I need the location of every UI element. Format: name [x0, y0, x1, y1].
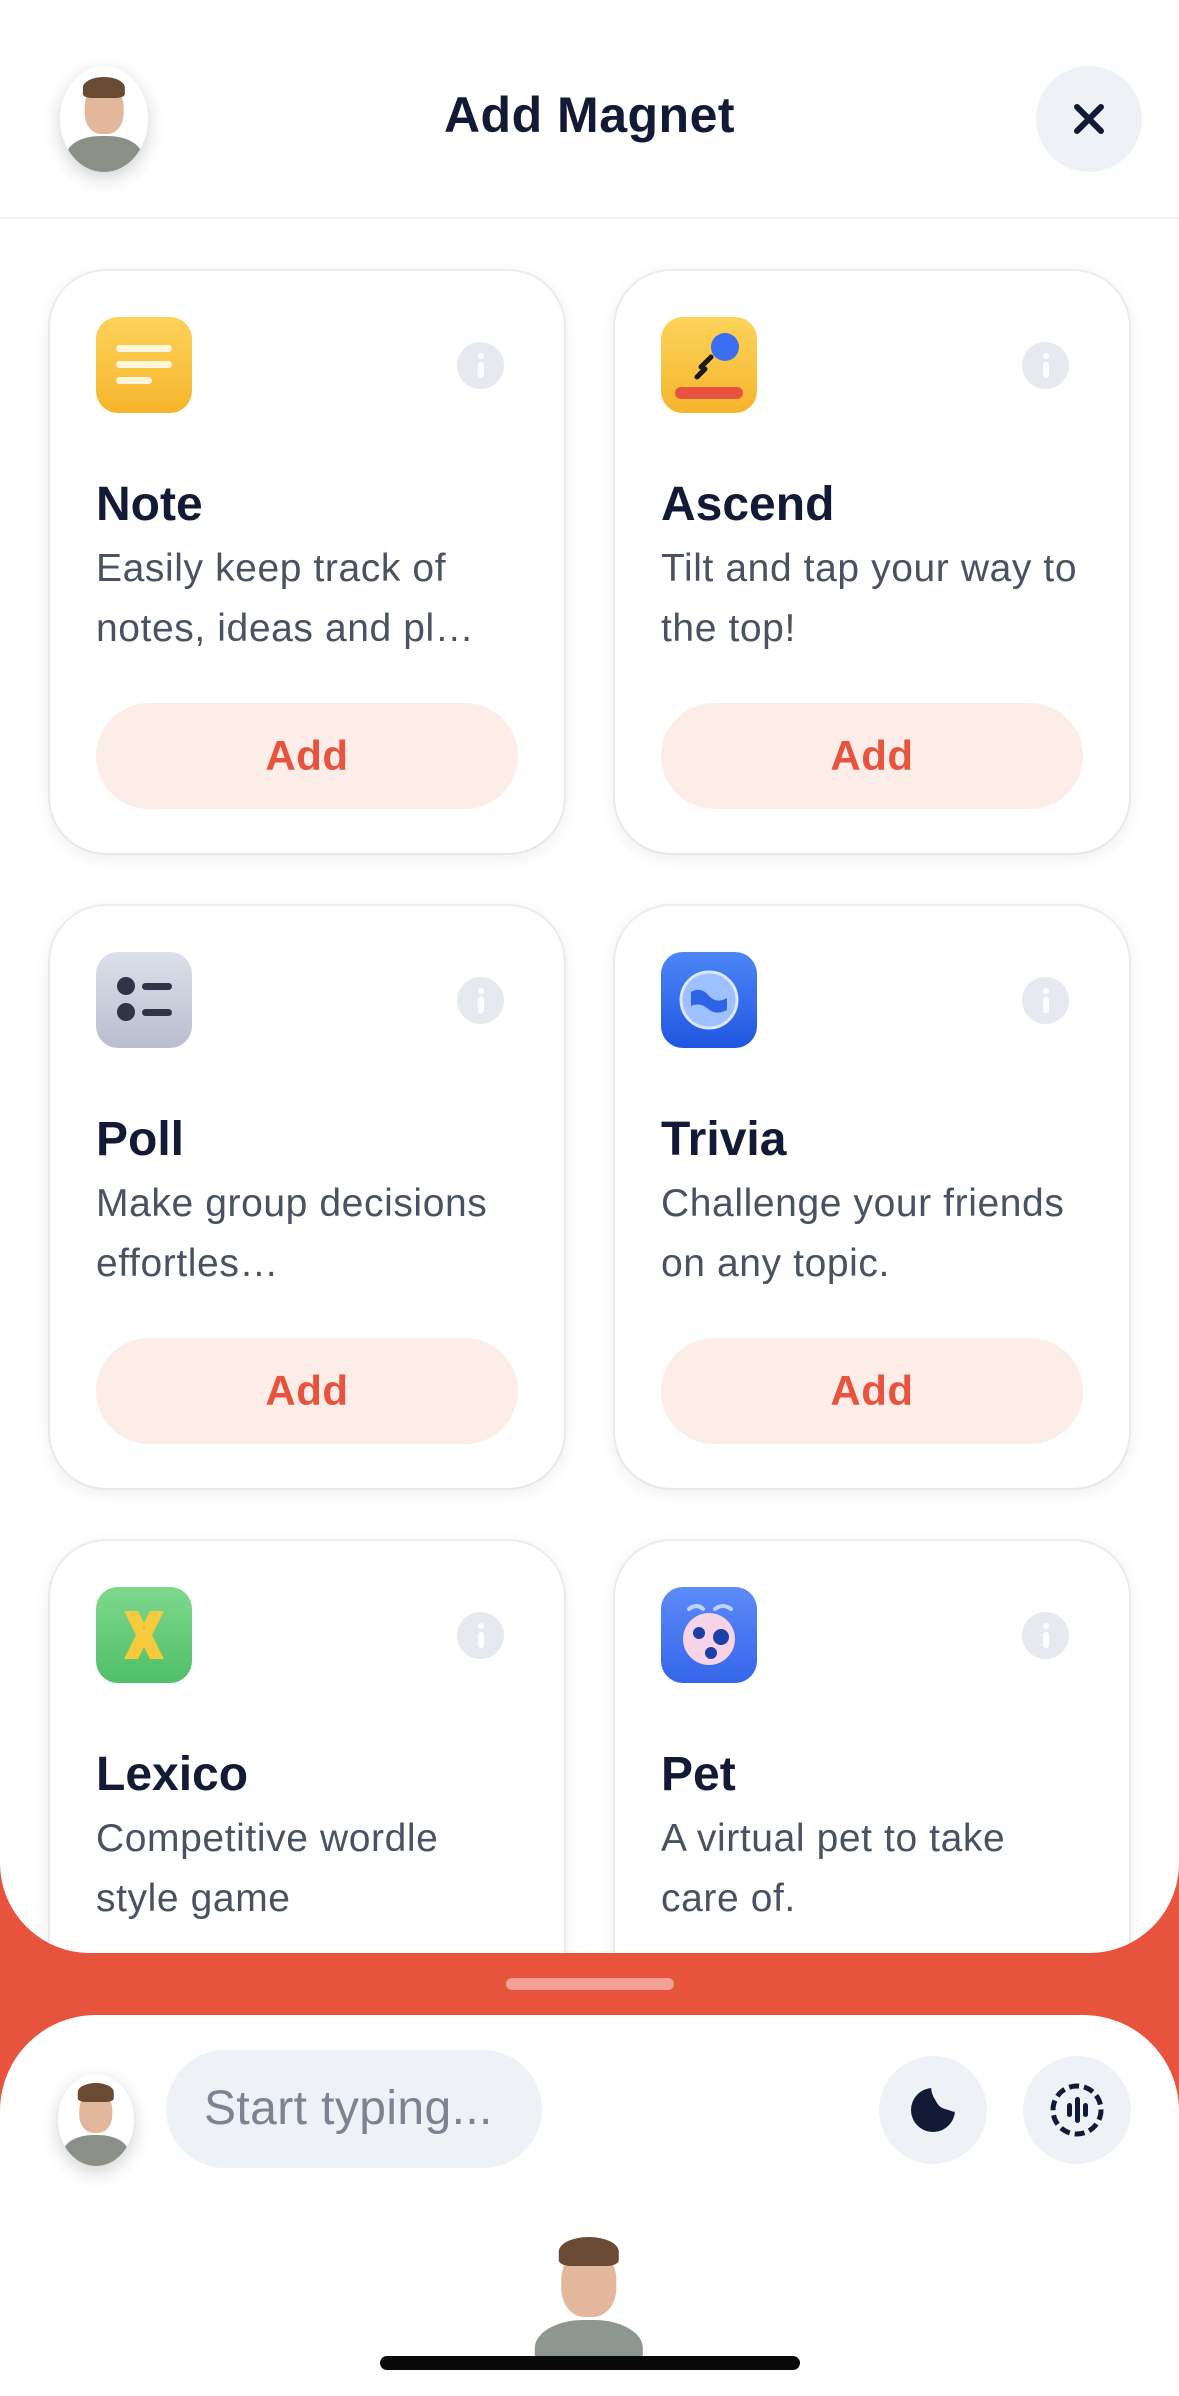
- magnet-card-pet: Pet A virtual pet to take care of.: [615, 1541, 1129, 1953]
- magnet-description: Make group decisions effortles…: [96, 1182, 488, 1285]
- voice-icon: [1050, 2083, 1104, 2137]
- add-button[interactable]: Add: [96, 1338, 518, 1444]
- info-icon[interactable]: [1022, 1612, 1069, 1659]
- info-icon[interactable]: [1022, 977, 1069, 1024]
- sheet-grabber[interactable]: [506, 1978, 674, 1990]
- page-title: Add Magnet: [443, 87, 736, 143]
- info-icon[interactable]: [1022, 342, 1069, 389]
- trivia-icon: [661, 952, 757, 1048]
- magnet-card-ascend: Ascend Tilt and tap your way to the top!…: [615, 271, 1129, 853]
- magnet-name: Pet: [661, 1748, 736, 1801]
- magnet-description: Challenge your friends on any topic.: [661, 1182, 1065, 1285]
- magnet-description: A virtual pet to take care of.: [661, 1817, 1006, 1920]
- message-input[interactable]: Start typing...: [166, 2050, 542, 2168]
- magnet-name: Note: [96, 478, 203, 531]
- composer-avatar[interactable]: [58, 2074, 134, 2166]
- lexico-icon: [96, 1587, 192, 1683]
- header: Add Magnet: [0, 0, 1179, 219]
- poll-icon: [96, 952, 192, 1048]
- magnet-description: Easily keep track of notes, ideas and pl…: [96, 547, 475, 650]
- close-icon: [1074, 104, 1104, 134]
- magnet-name: Ascend: [661, 478, 835, 531]
- add-magnet-sheet: Add Magnet Note Easily keep track of not…: [0, 0, 1179, 1953]
- sticker-button[interactable]: [879, 2056, 987, 2164]
- info-icon[interactable]: [457, 977, 504, 1024]
- voice-button[interactable]: [1023, 2056, 1131, 2164]
- add-button[interactable]: Add: [661, 703, 1083, 809]
- magnet-card-lexico: Lexico Competitive wordle style game: [50, 1541, 564, 1953]
- ascend-icon: [661, 317, 757, 413]
- magnet-name: Poll: [96, 1113, 185, 1166]
- pet-icon: [661, 1587, 757, 1683]
- magnet-card-note: Note Easily keep track of notes, ideas a…: [50, 271, 564, 853]
- magnet-card-trivia: Trivia Challenge your friends on any top…: [615, 906, 1129, 1488]
- bottom-profile-avatar[interactable]: [520, 2216, 658, 2376]
- magnet-name: Trivia: [661, 1113, 787, 1166]
- sticker-icon: [911, 2087, 956, 2132]
- magnet-card-poll: Poll Make group decisions effortles… Add: [50, 906, 564, 1488]
- close-button[interactable]: [1036, 66, 1142, 172]
- magnet-name: Lexico: [96, 1748, 249, 1801]
- magnet-description: Competitive wordle style game: [96, 1817, 439, 1920]
- home-indicator: [380, 2356, 800, 2370]
- add-button[interactable]: Add: [661, 1338, 1083, 1444]
- add-button[interactable]: Add: [96, 703, 518, 809]
- note-icon: [96, 317, 192, 413]
- info-icon[interactable]: [457, 342, 504, 389]
- magnet-description: Tilt and tap your way to the top!: [661, 547, 1078, 650]
- info-icon[interactable]: [457, 1612, 504, 1659]
